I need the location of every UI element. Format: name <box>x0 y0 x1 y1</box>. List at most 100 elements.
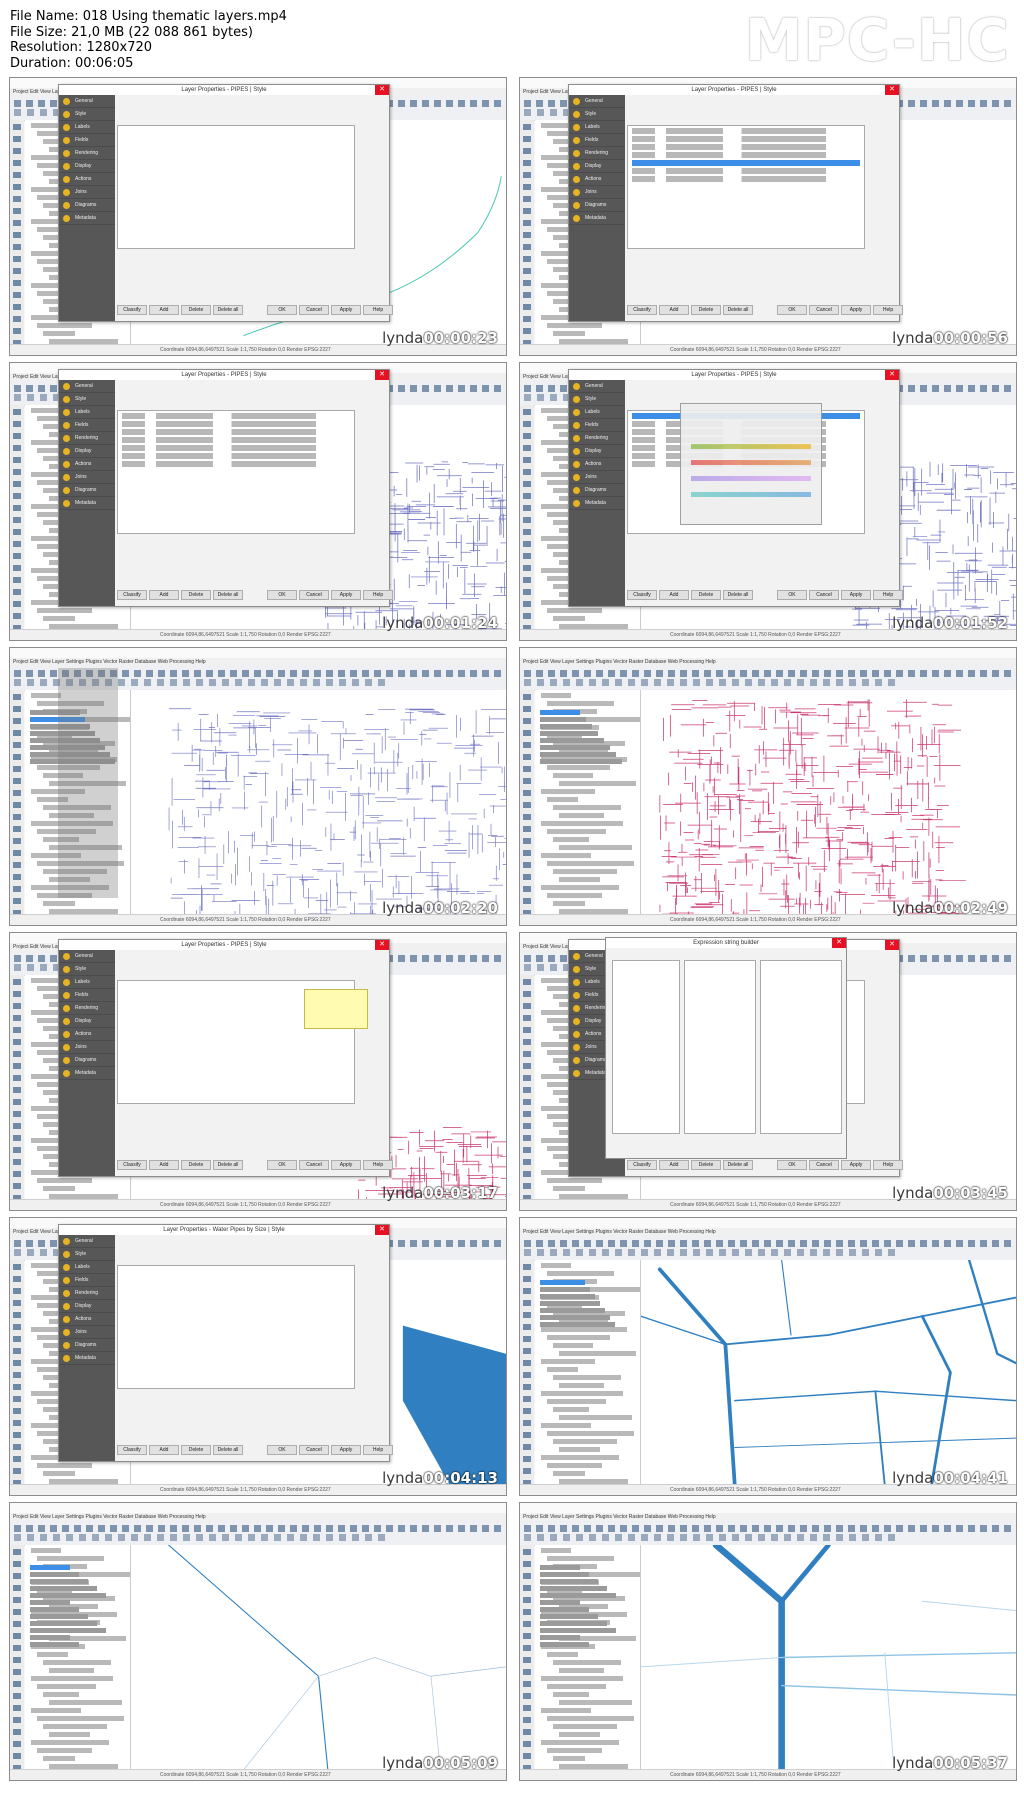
layer-tree-item[interactable] <box>553 1724 617 1729</box>
ok-button[interactable]: OK <box>777 590 807 600</box>
close-icon[interactable]: ✕ <box>885 85 899 95</box>
map-canvas[interactable] <box>131 690 506 915</box>
sidebar-item-joins[interactable]: Joins <box>59 1042 115 1054</box>
layer-tree-item[interactable] <box>541 821 623 826</box>
legend-entry[interactable] <box>540 1287 590 1292</box>
delete-button[interactable]: Delete <box>181 590 211 600</box>
layer-tree-item[interactable] <box>547 829 606 834</box>
layer-tree-item[interactable] <box>547 893 602 898</box>
legend-entry[interactable] <box>540 1593 616 1598</box>
layer-tree-item[interactable] <box>31 1708 81 1713</box>
classify-button[interactable]: Classify <box>117 305 147 315</box>
digitizing-toolbar[interactable] <box>10 1260 24 1485</box>
legend-entry[interactable] <box>30 1642 79 1647</box>
layer-tree-item[interactable] <box>541 1676 623 1681</box>
sidebar-item-metadata[interactable]: Metadata <box>59 1068 115 1080</box>
layer-tree-item[interactable] <box>541 693 571 698</box>
layer-tree-item[interactable] <box>553 773 593 778</box>
video-thumbnail[interactable]: Project Edit View Layer Settings Plugins… <box>519 362 1017 641</box>
layer-tree-item[interactable] <box>31 1263 61 1268</box>
legend-entry[interactable] <box>540 1280 585 1285</box>
sidebar-item-general[interactable]: General <box>59 96 115 108</box>
legend-entry[interactable] <box>540 1586 607 1591</box>
sidebar-item-display[interactable]: Display <box>59 1016 115 1028</box>
layer-tree-item[interactable] <box>553 331 585 336</box>
video-thumbnail[interactable]: Project Edit View Layer Settings Plugins… <box>9 1217 507 1496</box>
digitizing-toolbar[interactable] <box>10 690 24 915</box>
layer-tree-item[interactable] <box>541 1740 619 1745</box>
cancel-button[interactable]: Cancel <box>809 305 839 315</box>
delete-all-button[interactable]: Delete all <box>723 305 753 315</box>
layer-tree-item[interactable] <box>547 1399 606 1404</box>
layer-tree-item[interactable] <box>541 408 571 413</box>
legend-entry[interactable] <box>30 1628 106 1633</box>
help-button[interactable]: Help <box>363 1160 393 1170</box>
video-thumbnail[interactable]: Project Edit View Layer Settings Plugins… <box>9 362 507 641</box>
legend-entry[interactable] <box>540 745 610 750</box>
delete-all-button[interactable]: Delete all <box>213 1160 243 1170</box>
digitizing-toolbar[interactable] <box>10 120 24 345</box>
video-thumbnail[interactable]: Project Edit View Layer Settings Plugins… <box>519 77 1017 356</box>
layer-tree-item[interactable] <box>37 323 92 328</box>
layer-tree-item[interactable] <box>43 1471 75 1476</box>
layer-tree-item[interactable] <box>541 1455 619 1460</box>
color-ramp-swatch[interactable] <box>691 476 811 481</box>
delete-button[interactable]: Delete <box>181 1160 211 1170</box>
legend-entry[interactable] <box>540 1294 595 1299</box>
video-thumbnail[interactable]: Project Edit View Layer Settings Plugins… <box>9 1502 507 1781</box>
color-ramp-swatch[interactable] <box>691 460 811 465</box>
layer-tree-item[interactable] <box>547 1367 578 1372</box>
digitizing-toolbar[interactable] <box>520 1545 534 1770</box>
layer-tree-item[interactable] <box>547 765 610 770</box>
add-button[interactable]: Add <box>149 1445 179 1455</box>
classes-table[interactable] <box>627 125 865 249</box>
layer-tree-item[interactable] <box>49 1700 122 1705</box>
sidebar-item-style[interactable]: Style <box>569 109 625 121</box>
layer-tree-item[interactable] <box>547 1178 602 1183</box>
apply-button[interactable]: Apply <box>331 305 361 315</box>
class-row[interactable] <box>122 429 350 435</box>
delete-button[interactable]: Delete <box>181 305 211 315</box>
layer-tree-item[interactable] <box>553 1756 585 1761</box>
close-icon[interactable]: ✕ <box>375 940 389 950</box>
sidebar-item-fields[interactable]: Fields <box>59 1275 115 1287</box>
legend-entry[interactable] <box>30 1579 88 1584</box>
layer-tree-item[interactable] <box>31 123 61 128</box>
layer-tree-item[interactable] <box>547 1335 610 1340</box>
layer-tree-item[interactable] <box>43 1186 75 1191</box>
sidebar-item-style[interactable]: Style <box>59 1249 115 1261</box>
legend-entry[interactable] <box>30 1607 79 1612</box>
layer-tree-item[interactable] <box>547 640 630 641</box>
layer-tree-item[interactable] <box>541 123 571 128</box>
layer-tree-item[interactable] <box>43 1692 79 1697</box>
sidebar-item-general[interactable]: General <box>569 96 625 108</box>
layer-tree-item[interactable] <box>43 1756 75 1761</box>
sidebar-item-metadata[interactable]: Metadata <box>569 213 625 225</box>
layer-tree-item[interactable] <box>541 885 619 890</box>
layer-tree-item[interactable] <box>559 1732 600 1737</box>
video-thumbnail[interactable]: Project Edit View Layer Settings Plugins… <box>519 1217 1017 1496</box>
classify-button[interactable]: Classify <box>627 305 657 315</box>
sidebar-item-actions[interactable]: Actions <box>59 1314 115 1326</box>
class-row[interactable] <box>632 168 860 174</box>
layer-tree-item[interactable] <box>37 1463 92 1468</box>
digitizing-toolbar[interactable] <box>520 690 534 915</box>
legend-entry[interactable] <box>540 1607 589 1612</box>
layer-tree-item[interactable] <box>553 1375 621 1380</box>
classify-button[interactable]: Classify <box>117 1445 147 1455</box>
layer-tree-item[interactable] <box>547 608 602 613</box>
video-thumbnail[interactable]: Project Edit View Layer Settings Plugins… <box>519 647 1017 926</box>
map-canvas[interactable] <box>641 1545 1016 1770</box>
layer-tree-item[interactable] <box>547 1210 630 1211</box>
legend-entry[interactable] <box>540 1635 580 1640</box>
layer-tree-item[interactable] <box>541 1708 591 1713</box>
close-icon[interactable]: ✕ <box>375 370 389 380</box>
layer-tree-item[interactable] <box>541 1391 623 1396</box>
delete-all-button[interactable]: Delete all <box>213 305 243 315</box>
sidebar-item-actions[interactable]: Actions <box>59 1029 115 1041</box>
color-ramp-swatch[interactable] <box>691 444 811 449</box>
layer-tree-item[interactable] <box>43 616 75 621</box>
sidebar-item-metadata[interactable]: Metadata <box>59 213 115 225</box>
layer-tree-item[interactable] <box>553 616 585 621</box>
sidebar-item-rendering[interactable]: Rendering <box>569 433 625 445</box>
